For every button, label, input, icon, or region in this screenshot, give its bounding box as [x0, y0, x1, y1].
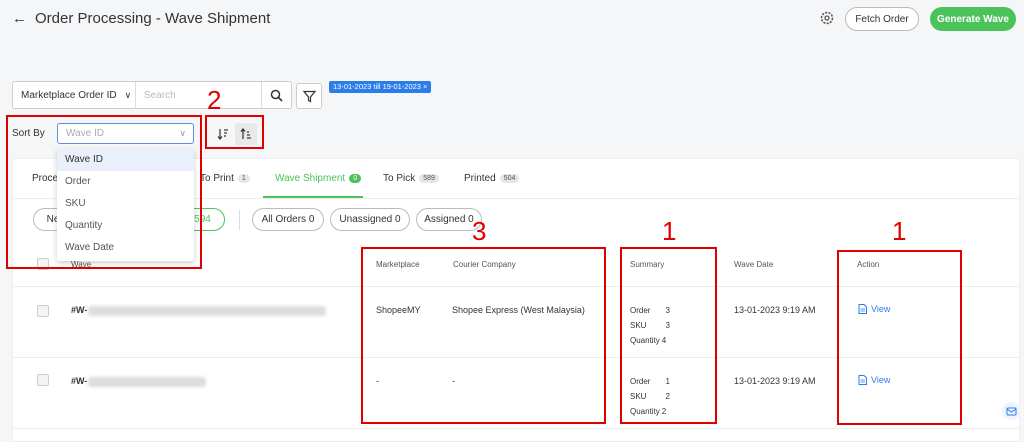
annotation-label-1-summary: 1 [662, 216, 677, 246]
annotation-box-marketplace [361, 247, 606, 424]
chat-help-icon[interactable] [1002, 402, 1020, 420]
sort-option-order[interactable]: Order [57, 171, 194, 193]
search-bar: Marketplace Order ID ∨ Search [12, 81, 292, 109]
search-button[interactable] [262, 82, 291, 108]
back-arrow-icon[interactable]: ← [12, 10, 27, 27]
tab-to-print[interactable]: To Print 1 [200, 173, 250, 184]
annotation-box-sort-order [205, 115, 264, 149]
sort-option-quantity[interactable]: Quantity [57, 215, 194, 237]
gear-icon[interactable] [819, 10, 835, 26]
page-header: ← Order Processing - Wave Shipment Fetch… [0, 0, 1024, 38]
sort-by-dropdown: Wave ID Order SKU Quantity Wave Date [57, 149, 194, 261]
pill-divider [239, 210, 240, 230]
wave-date-cell: 13-01-2023 9:19 AM [734, 376, 816, 386]
tab-count-badge: 504 [499, 174, 520, 183]
wave-id[interactable]: #W- [71, 305, 87, 315]
annotation-label-2: 2 [207, 85, 222, 115]
mail-icon [1006, 407, 1016, 415]
wave-date-cell: 13-01-2023 9:19 AM [734, 305, 816, 315]
fetch-order-button[interactable]: Fetch Order [845, 7, 919, 31]
row-divider [13, 428, 1019, 429]
generate-wave-button[interactable]: Generate Wave [930, 7, 1016, 31]
tab-wave-shipment[interactable]: Wave Shipment 0 [275, 173, 362, 184]
redacted-wave-id [88, 377, 206, 387]
annotation-label-1-action: 1 [892, 216, 907, 246]
page-title: Order Processing - Wave Shipment [35, 10, 271, 27]
sort-option-wave-date[interactable]: Wave Date [57, 237, 194, 259]
chevron-down-icon: ∨ [124, 89, 132, 100]
unassigned-pill[interactable]: Unassigned 0 [330, 208, 410, 231]
search-icon [270, 89, 283, 102]
sort-option-sku[interactable]: SKU [57, 193, 194, 215]
search-field-select[interactable]: Marketplace Order ID ∨ [13, 82, 136, 108]
date-range-chip[interactable]: 13-01-2023 till 19-01-2023 × [329, 81, 432, 93]
filter-icon [302, 90, 316, 102]
redacted-wave-id [88, 306, 326, 316]
tab-printed[interactable]: Printed 504 [464, 173, 520, 184]
all-orders-pill[interactable]: All Orders 0 [252, 208, 324, 231]
tab-count-badge: 0 [349, 174, 362, 183]
annotation-box-summary [620, 247, 717, 424]
row-checkbox[interactable] [37, 374, 49, 386]
sort-option-wave-id[interactable]: Wave ID [57, 149, 194, 171]
column-header-wave-date: Wave Date [734, 260, 774, 269]
annotation-label-3: 3 [472, 216, 487, 246]
tab-count-badge: 1 [237, 174, 250, 183]
tab-to-pick[interactable]: To Pick 589 [383, 173, 439, 184]
tab-count-badge: 589 [419, 174, 439, 183]
annotation-box-action [837, 250, 962, 425]
search-input[interactable]: Search [136, 82, 262, 108]
wave-id[interactable]: #W- [71, 376, 87, 386]
filter-button[interactable] [296, 83, 322, 109]
row-checkbox[interactable] [37, 305, 49, 317]
